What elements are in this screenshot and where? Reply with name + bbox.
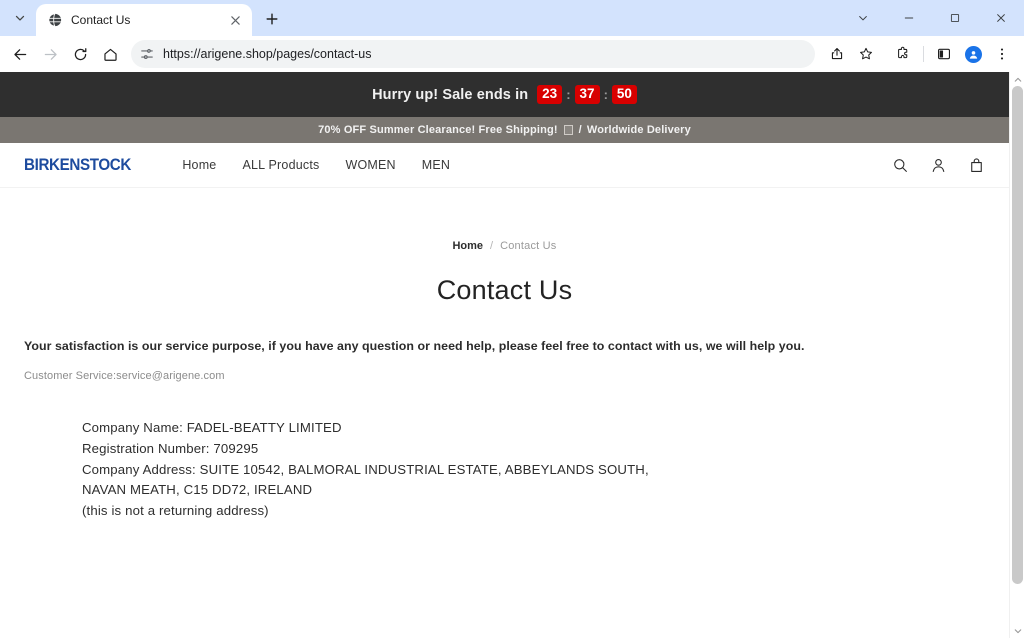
nav-item-women[interactable]: WOMEN [345,158,395,172]
minimize-icon [903,12,915,24]
new-tab-button[interactable] [258,5,286,33]
forward-button[interactable] [36,40,64,68]
sale-countdown-bar: Hurry up! Sale ends in 23 : 37 : 50 [0,72,1009,117]
countdown-clock: 23 : 37 : 50 [537,85,637,104]
maximize-button[interactable] [932,1,978,35]
announcement-separator: / [579,124,582,136]
user-icon[interactable] [930,157,947,174]
site-header: BIRKENSTOCK Home ALL Products WOMEN MEN [0,143,1009,188]
countdown-separator-2: : [604,87,608,102]
breadcrumb-separator: / [490,240,493,252]
arrow-left-icon [12,46,29,63]
reload-icon [72,46,89,63]
star-icon [858,46,874,62]
scrollbar-thumb[interactable] [1012,86,1023,584]
customer-service-line: Customer Service:service@arigene.com [24,370,1009,382]
countdown-label: Hurry up! Sale ends in [372,87,528,103]
share-icon [829,46,845,62]
company-note-line: (this is not a returning address) [82,501,682,522]
globe-icon [47,12,63,28]
window-controls [840,0,1024,36]
profile-avatar-icon [965,46,982,63]
scroll-down-arrow-icon[interactable] [1010,623,1024,638]
company-address-line: Company Address: SUITE 10542, BALMORAL I… [82,460,682,502]
breadcrumb-home-link[interactable]: Home [452,240,483,252]
main-navigation: Home ALL Products WOMEN MEN [182,158,450,172]
site-logo[interactable]: BIRKENSTOCK [24,156,131,175]
header-action-icons [892,157,985,174]
search-icon[interactable] [892,157,909,174]
toolbar-divider [923,46,924,62]
scroll-up-arrow-icon[interactable] [1010,72,1024,87]
tab-title: Contact Us [71,13,218,27]
tab-search-button[interactable] [6,4,34,32]
nav-item-men[interactable]: MEN [422,158,450,172]
home-icon [102,46,119,63]
plus-icon [265,12,279,26]
company-registration-line: Registration Number: 709295 [82,439,682,460]
announcement-text-primary: 70% OFF Summer Clearance! Free Shipping! [318,124,558,136]
browser-menu-button[interactable] [988,40,1016,68]
window-close-icon [995,12,1007,24]
arrow-right-icon [42,46,59,63]
announcement-bar: 70% OFF Summer Clearance! Free Shipping!… [0,117,1009,143]
announcement-text-secondary: Worldwide Delivery [587,124,691,136]
lead-paragraph: Your satisfaction is our service purpose… [24,339,1009,353]
toolbar-right-actions [823,40,1016,68]
shopping-bag-icon[interactable] [968,157,985,174]
chevron-down-icon [857,12,869,24]
address-bar[interactable]: https://arigene.shop/pages/contact-us [131,40,815,68]
side-panel-button[interactable] [930,40,958,68]
page-title: Contact Us [0,275,1009,306]
sliders-icon[interactable] [140,47,154,61]
countdown-minutes: 37 [575,85,600,104]
extensions-button[interactable] [889,40,917,68]
close-icon[interactable] [226,11,244,29]
page-viewport: Hurry up! Sale ends in 23 : 37 : 50 70% … [0,72,1024,638]
minimize-button[interactable] [886,1,932,35]
browser-tab[interactable]: Contact Us [36,4,252,36]
company-name-line: Company Name: FADEL-BEATTY LIMITED [82,418,682,439]
browser-window: Contact Us [0,0,1024,638]
page-content: Home / Contact Us Contact Us Your satisf… [0,240,1009,522]
company-details: Company Name: FADEL-BEATTY LIMITED Regis… [82,418,682,522]
page-scrollbar[interactable] [1009,72,1024,638]
nav-item-all-products[interactable]: ALL Products [242,158,319,172]
bookmark-button[interactable] [852,40,880,68]
breadcrumb-current: Contact Us [500,240,556,252]
countdown-separator-1: : [566,87,570,102]
profile-button[interactable] [959,40,987,68]
share-button[interactable] [823,40,851,68]
side-panel-icon [936,46,952,62]
countdown-hours: 23 [537,85,562,104]
nav-item-home[interactable]: Home [182,158,216,172]
breadcrumb: Home / Contact Us [0,240,1009,252]
maximize-icon [949,12,961,24]
url-text: https://arigene.shop/pages/contact-us [163,47,371,61]
chevron-down-icon [13,11,27,25]
home-button[interactable] [96,40,124,68]
back-button[interactable] [6,40,34,68]
window-tab-search-button[interactable] [840,1,886,35]
missing-glyph-icon [564,125,573,135]
three-dot-menu-icon [994,46,1010,62]
countdown-seconds: 50 [612,85,637,104]
close-window-button[interactable] [978,1,1024,35]
reload-button[interactable] [66,40,94,68]
tab-strip: Contact Us [0,0,1024,36]
browser-toolbar: https://arigene.shop/pages/contact-us [0,36,1024,72]
extensions-icon [895,46,911,62]
web-page: Hurry up! Sale ends in 23 : 37 : 50 70% … [0,72,1009,638]
